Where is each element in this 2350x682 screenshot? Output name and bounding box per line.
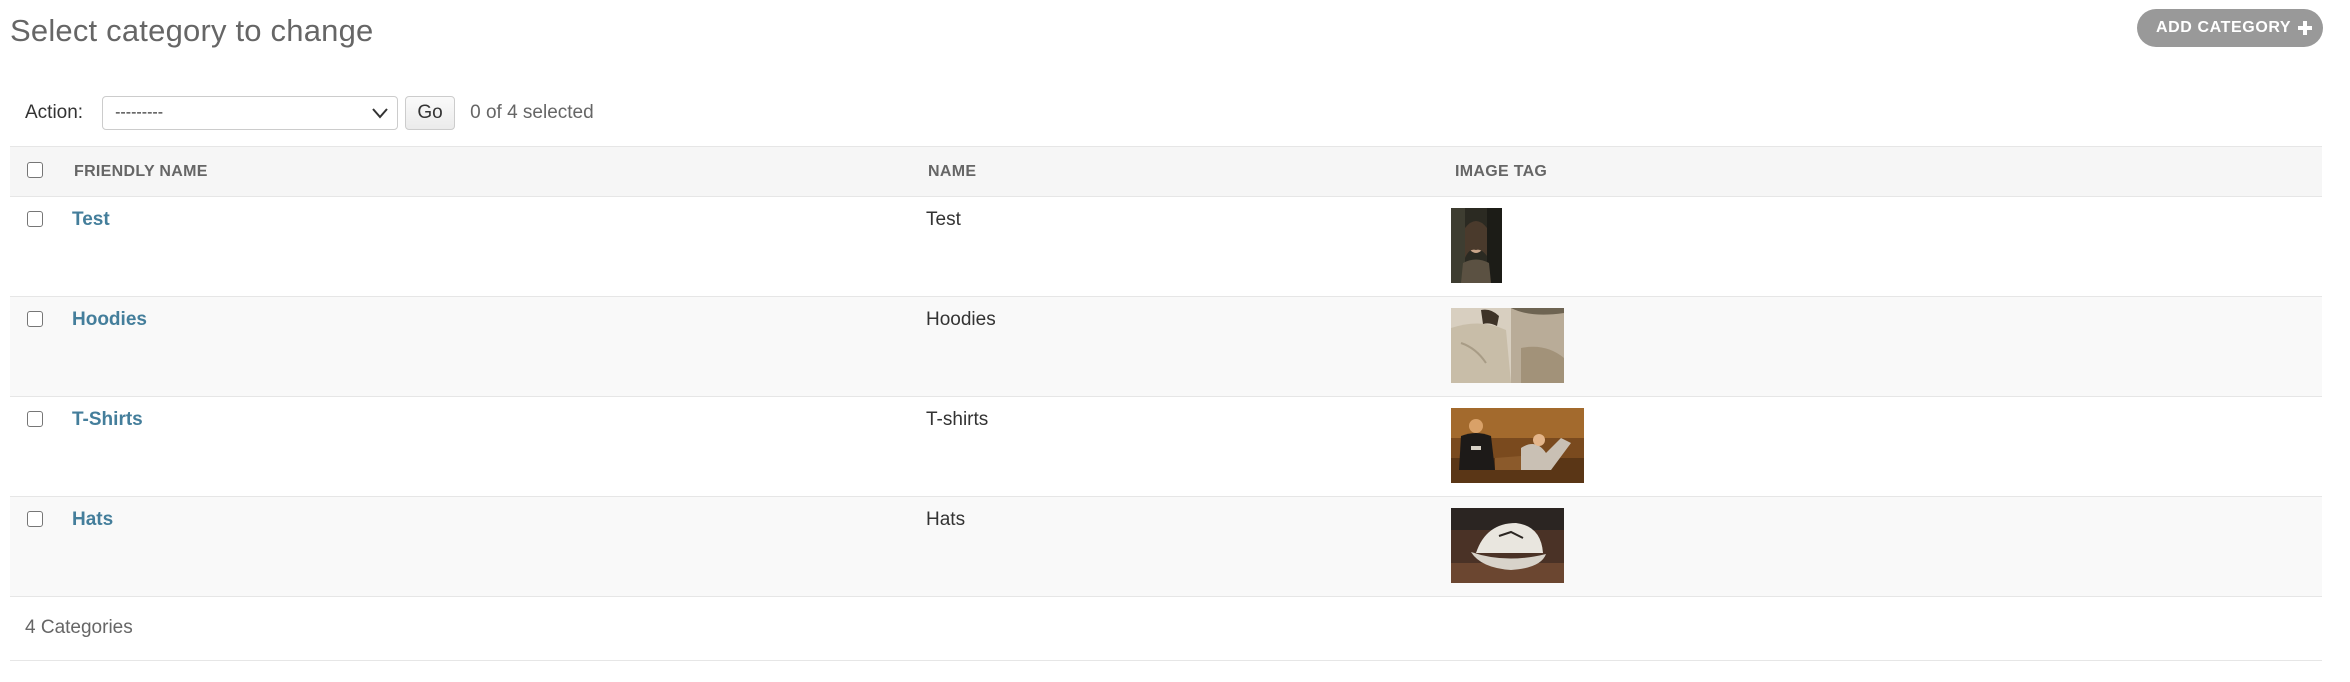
table-header-row: FRIENDLY NAME NAME IMAGE TAG: [10, 146, 2322, 197]
chevron-down-icon: [372, 108, 388, 119]
column-header-name[interactable]: NAME: [913, 146, 1448, 197]
selection-counter: 0 of 4 selected: [470, 102, 594, 123]
action-select-value: ---------: [115, 104, 164, 121]
name-value: Hats: [926, 509, 966, 530]
friendly-name-cell: T-Shirts: [62, 396, 913, 497]
friendly-name-link[interactable]: Test: [72, 209, 110, 231]
column-header-image-tag[interactable]: IMAGE TAG: [1448, 146, 2322, 197]
column-header-label: IMAGE TAG: [1455, 162, 1548, 180]
actions-bar: Action: --------- Go 0 of 4 selected: [25, 94, 594, 132]
category-thumbnail: [1451, 508, 1564, 583]
image-tag-cell: [1448, 496, 2322, 597]
name-value: Test: [926, 209, 961, 230]
category-thumbnail: [1451, 208, 1502, 283]
row-select-cell: [10, 296, 62, 397]
action-label: Action:: [25, 102, 84, 123]
results-table: FRIENDLY NAME NAME IMAGE TAG Test Test H…: [10, 146, 2322, 597]
name-cell: Test: [913, 196, 1448, 297]
page-title: Select category to change: [10, 13, 374, 48]
image-tag-cell: [1448, 196, 2322, 297]
column-header-friendly-name[interactable]: FRIENDLY NAME: [62, 146, 913, 197]
friendly-name-link[interactable]: T-Shirts: [72, 409, 143, 431]
name-cell: Hoodies: [913, 296, 1448, 397]
category-thumbnail: [1451, 308, 1564, 383]
name-value: Hoodies: [926, 309, 996, 330]
select-all-cell: [10, 146, 62, 197]
row-checkbox[interactable]: [27, 411, 43, 427]
name-cell: T-shirts: [913, 396, 1448, 497]
row-select-cell: [10, 396, 62, 497]
select-all-checkbox[interactable]: [27, 162, 43, 178]
friendly-name-link[interactable]: Hats: [72, 509, 113, 531]
table-row: Hoodies Hoodies: [10, 296, 2322, 397]
table-row: T-Shirts T-shirts: [10, 396, 2322, 497]
friendly-name-cell: Hoodies: [62, 296, 913, 397]
friendly-name-link[interactable]: Hoodies: [72, 309, 147, 331]
row-select-cell: [10, 496, 62, 597]
row-select-cell: [10, 196, 62, 297]
name-value: T-shirts: [926, 409, 989, 430]
row-checkbox[interactable]: [27, 211, 43, 227]
image-tag-cell: [1448, 396, 2322, 497]
name-cell: Hats: [913, 496, 1448, 597]
column-header-label: NAME: [928, 162, 977, 180]
category-thumbnail: [1451, 408, 1584, 483]
table-row: Test Test: [10, 196, 2322, 297]
friendly-name-cell: Test: [62, 196, 913, 297]
go-button[interactable]: Go: [405, 96, 456, 130]
friendly-name-cell: Hats: [62, 496, 913, 597]
action-select[interactable]: ---------: [102, 96, 399, 130]
add-category-label: ADD CATEGORY: [2156, 19, 2292, 36]
row-checkbox[interactable]: [27, 511, 43, 527]
result-count-footer: 4 Categories: [10, 595, 2322, 661]
column-header-label: FRIENDLY NAME: [74, 162, 208, 180]
add-category-button[interactable]: ADD CATEGORY: [2137, 9, 2323, 47]
image-tag-cell: [1448, 296, 2322, 397]
plus-icon: [2298, 21, 2312, 35]
row-checkbox[interactable]: [27, 311, 43, 327]
table-row: Hats Hats: [10, 496, 2322, 597]
